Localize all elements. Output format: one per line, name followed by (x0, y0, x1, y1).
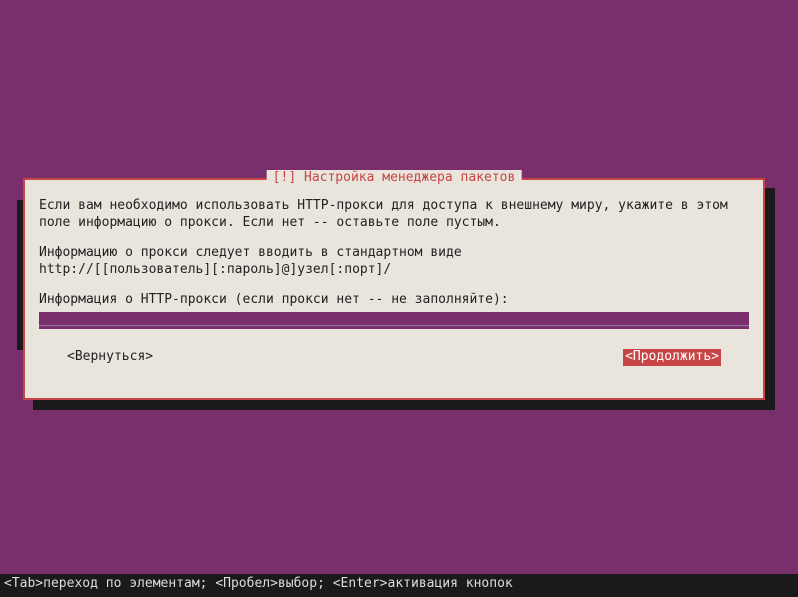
dialog-button-row: <Вернуться> <Продолжить> (39, 349, 749, 366)
back-button[interactable]: <Вернуться> (67, 349, 153, 366)
proxy-config-dialog: [!] Настройка менеджера пакетов Если вам… (23, 178, 765, 400)
dialog-title: [!] Настройка менеджера пакетов (267, 170, 522, 187)
continue-button[interactable]: <Продолжить> (623, 349, 721, 366)
status-bar-text: <Tab>переход по элементам; <Пробел>выбор… (4, 576, 513, 591)
dialog-title-text: [!] Настройка менеджера пакетов (273, 170, 516, 185)
proxy-input-label: Информация о HTTP-прокси (если прокси не… (39, 292, 749, 309)
dialog-paragraph-2: Информацию о прокси следует вводить в ст… (39, 245, 749, 279)
spacer (39, 232, 749, 245)
input-placeholder-underscores: ________________________________________… (39, 312, 749, 327)
spacer (39, 279, 749, 292)
status-bar: <Tab>переход по элементам; <Пробел>выбор… (0, 574, 798, 597)
proxy-input[interactable]: ________________________________________… (39, 312, 749, 329)
dialog-paragraph-1: Если вам необходимо использовать HTTP-пр… (39, 198, 749, 232)
